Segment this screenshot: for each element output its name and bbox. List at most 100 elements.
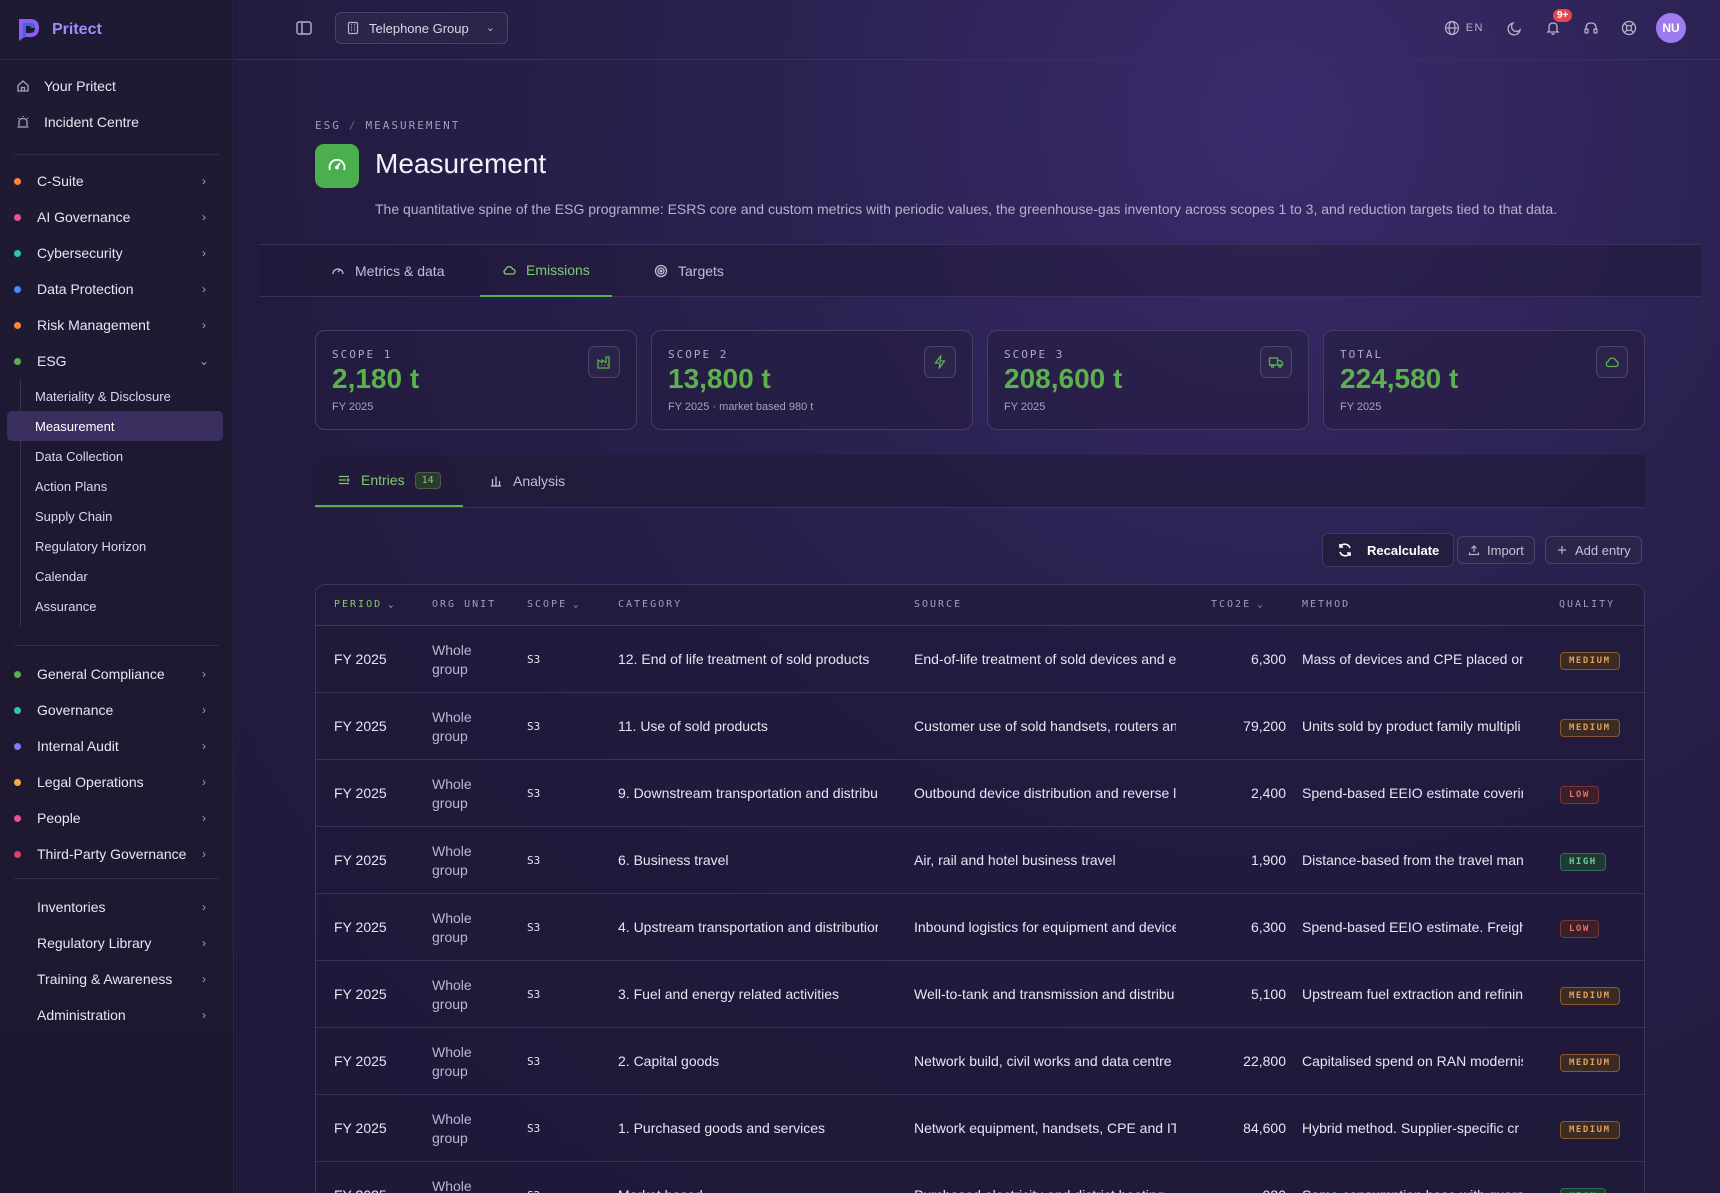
nav-group-general-compliance[interactable]: General Compliance ›	[10, 656, 223, 692]
chevron-right-icon: ›	[202, 900, 206, 914]
nav-group-people[interactable]: People ›	[10, 800, 223, 836]
tab-emissions[interactable]: Emissions	[480, 245, 612, 297]
cell-source: Air, rail and hotel business travel	[914, 852, 1116, 868]
nav-label: Risk Management	[37, 317, 150, 333]
building-icon	[346, 21, 360, 35]
chevron-down-icon: ⌄	[198, 354, 210, 368]
add-entry-button[interactable]: Add entry	[1545, 536, 1642, 564]
nav-group-third-party-governance[interactable]: Third-Party Governance ›	[10, 836, 223, 872]
target-icon	[654, 264, 668, 278]
cell-tco2e: 2,400	[1250, 785, 1286, 801]
stat-footnote: FY 2025	[332, 401, 374, 413]
group-dot	[14, 670, 21, 678]
table-row[interactable]: FY 2025 Whole group S2 Market based Purchase…	[316, 1162, 1644, 1193]
headset-icon[interactable]	[1582, 19, 1600, 37]
stat-label: SCOPE 2	[668, 348, 729, 361]
language-switcher[interactable]: EN	[1444, 20, 1484, 36]
nav-groups-2: General Compliance › Governance › Intern…	[0, 652, 233, 872]
nav-sub-data-collection[interactable]: Data Collection	[7, 441, 223, 471]
table-row[interactable]: FY 2025 Whole group S3 2. Capital goods Netw…	[316, 1028, 1644, 1095]
home-icon	[16, 79, 30, 93]
column-label: METHOD	[1302, 599, 1351, 610]
nav-inventories[interactable]: Inventories ›	[10, 889, 223, 925]
entries-count-badge: 14	[414, 471, 441, 489]
column-header-source: SOURCE	[914, 599, 962, 610]
column-header-tco2e[interactable]: TCO2E ⌄	[1211, 599, 1265, 610]
recalculate-button[interactable]: Recalculate	[1322, 533, 1455, 567]
bell-icon[interactable]: 9+	[1544, 9, 1573, 37]
cell-tco2e: 79,200	[1243, 718, 1286, 734]
tab-metrics-data[interactable]: Metrics & data	[331, 245, 444, 297]
table-row[interactable]: FY 2025 Whole group S3 6. Business travel Ai…	[316, 827, 1644, 894]
avatar[interactable]: NU	[1656, 13, 1686, 43]
tab-targets[interactable]: Targets	[654, 245, 724, 297]
brand[interactable]: Pritect	[0, 0, 233, 60]
cell-period: FY 2025	[334, 986, 387, 1002]
column-header-category: CATEGORY	[618, 599, 682, 610]
table-row[interactable]: FY 2025 Whole group S3 11. Use of sold prod…	[316, 693, 1644, 760]
table-row[interactable]: FY 2025 Whole group S3 4. Upstream transpor…	[316, 894, 1644, 961]
nav-regulatory-library[interactable]: Regulatory Library ›	[10, 925, 223, 961]
nav-group-c-suite[interactable]: C-Suite ›	[10, 163, 223, 199]
table-row[interactable]: FY 2025 Whole group S3 12. End of life trea…	[316, 626, 1644, 693]
nav-training-awareness[interactable]: Training & Awareness ›	[10, 961, 223, 997]
nav-label: Training & Awareness	[37, 971, 173, 987]
tab-analysis[interactable]: Analysis	[489, 455, 565, 507]
breadcrumb-item[interactable]: ESG	[315, 119, 341, 132]
nav-sub-materiality[interactable]: Materiality & Disclosure	[7, 381, 223, 411]
cell-tco2e: 84,600	[1243, 1120, 1286, 1136]
moon-icon[interactable]	[1506, 19, 1524, 37]
nav-group-legal-operations[interactable]: Legal Operations ›	[10, 764, 223, 800]
nav-group-ai-governance[interactable]: AI Governance ›	[10, 199, 223, 235]
table-row[interactable]: FY 2025 Whole group S3 1. Purchased goods a…	[316, 1095, 1644, 1162]
nav-label: Inventories	[37, 899, 106, 915]
quality-badge: HIGH	[1560, 1188, 1606, 1193]
nav-group-governance[interactable]: Governance ›	[10, 692, 223, 728]
stat-card-scope-3: SCOPE 3 208,600 t FY 2025	[987, 330, 1309, 430]
cell-period: FY 2025	[334, 785, 387, 801]
nav-group-internal-audit[interactable]: Internal Audit ›	[10, 728, 223, 764]
sidebar-toggle-icon[interactable]	[295, 19, 313, 37]
cell-period: FY 2025	[334, 651, 387, 667]
table-row[interactable]: FY 2025 Whole group S3 3. Fuel and energy r…	[316, 961, 1644, 1028]
nav-sub-assurance[interactable]: Assurance	[7, 591, 223, 621]
stat-card-scope-1: SCOPE 1 2,180 t FY 2025	[315, 330, 637, 430]
alarm-icon	[16, 115, 30, 129]
nav-group-data-protection[interactable]: Data Protection ›	[10, 271, 223, 307]
nav-sub-supply-chain[interactable]: Supply Chain	[7, 501, 223, 531]
tab-entries[interactable]: Entries 14	[315, 455, 463, 507]
nav-sub-action-plans[interactable]: Action Plans	[7, 471, 223, 501]
nav-incident-centre[interactable]: Incident Centre	[10, 104, 223, 140]
group-dot	[14, 285, 21, 293]
nav-sub-regulatory-horizon[interactable]: Regulatory Horizon	[7, 531, 223, 561]
import-button[interactable]: Import	[1457, 536, 1535, 564]
nav-sub-measurement[interactable]: Measurement	[7, 411, 223, 441]
gauge-icon	[332, 268, 344, 275]
org-select[interactable]: Telephone Group ⌄	[335, 12, 508, 44]
cell-org-unit: Whole group	[432, 1111, 472, 1146]
chevron-right-icon: ›	[202, 811, 206, 825]
nav-group-esg[interactable]: ESG ⌄	[10, 343, 223, 379]
nav-administration[interactable]: Administration ›	[10, 997, 223, 1033]
cell-source: Customer use of sold handsets, routers a…	[914, 718, 1176, 734]
column-header-period[interactable]: PERIOD ⌄	[334, 599, 396, 610]
cell-source: Network equipment, handsets, CPE and IT	[914, 1120, 1176, 1136]
nav-your-pritect[interactable]: Your Pritect	[10, 68, 223, 104]
chevron-right-icon: ›	[202, 703, 206, 717]
nav-group-cybersecurity[interactable]: Cybersecurity ›	[10, 235, 223, 271]
help-icon[interactable]	[1620, 19, 1638, 37]
group-dot	[14, 778, 21, 786]
bar-chart-icon	[491, 476, 501, 487]
topbar: Telephone Group ⌄ EN 9+ NU	[235, 0, 1720, 60]
column-label: PERIOD	[334, 599, 383, 610]
breadcrumb-separator: /	[348, 119, 358, 132]
column-header-scope[interactable]: SCOPE ⌄	[527, 599, 581, 610]
table-row[interactable]: FY 2025 Whole group S3 9. Downstream transp…	[316, 760, 1644, 827]
chevron-right-icon: ›	[202, 667, 206, 681]
topbar-actions: EN 9+ NU	[1444, 9, 1686, 43]
pritect-logo-icon	[19, 18, 39, 41]
cell-org-unit: Whole group	[432, 642, 472, 677]
nav-group-risk-management[interactable]: Risk Management ›	[10, 307, 223, 343]
stat-value: 2,180 t	[332, 363, 420, 394]
nav-sub-calendar[interactable]: Calendar	[7, 561, 223, 591]
